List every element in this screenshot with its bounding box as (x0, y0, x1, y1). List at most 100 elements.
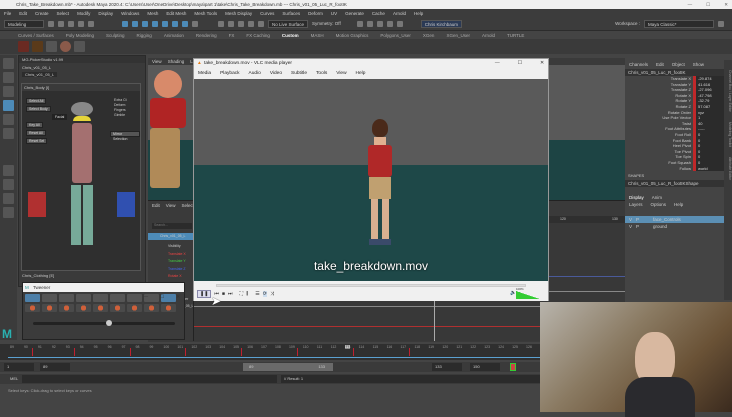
minimize-icon[interactable]: — (688, 0, 693, 9)
tween-slider-handle[interactable] (106, 320, 112, 326)
channel-menu-edit[interactable]: Edit (656, 62, 664, 67)
graph-edit-menu[interactable]: Edit (152, 203, 160, 208)
options-menu[interactable]: Options (651, 202, 667, 207)
pause-button[interactable]: ❚❚ (197, 290, 212, 298)
mel-label[interactable]: MEL (10, 376, 18, 381)
tween-preset-icon[interactable] (127, 304, 142, 312)
select-body-button[interactable]: Select Body (26, 106, 51, 112)
snap-view-icon[interactable] (248, 20, 254, 27)
namespace-tab[interactable]: Chris_v01_05_L (22, 72, 58, 77)
attribute-editor-tab[interactable]: Attribute Editor (728, 157, 732, 180)
select-tool-icon[interactable] (3, 58, 14, 69)
outliner-search[interactable]: Search... (152, 223, 192, 229)
select-hierarchy-icon[interactable] (122, 20, 128, 27)
arnold-icon[interactable] (396, 20, 403, 27)
mel-input[interactable] (22, 375, 277, 383)
menu-curves[interactable]: Curves (260, 11, 274, 16)
layers-menu[interactable]: Layers (629, 202, 643, 207)
shelf-tab-mash[interactable]: MASH (311, 33, 324, 38)
shelf-tab-arnold[interactable]: Arnold (482, 33, 495, 38)
tween-preset-icon[interactable] (59, 304, 74, 312)
video-area[interactable]: take_breakdown.mov (194, 79, 548, 281)
tween-preset-icon[interactable] (25, 304, 40, 312)
maximize-icon[interactable]: ☐ (518, 59, 522, 69)
vlc-menu-media[interactable]: Media (198, 71, 211, 76)
channel-menu-object[interactable]: Object (672, 62, 685, 67)
tween-mode-icon[interactable] (25, 294, 40, 302)
menu-cache[interactable]: Cache (372, 11, 385, 16)
tween-mode-icon[interactable] (93, 294, 108, 302)
render-icon[interactable] (366, 20, 373, 27)
playback-start-field[interactable]: 89 (40, 363, 70, 371)
tween-preset-icon[interactable] (93, 304, 108, 312)
menu-uv[interactable]: UV (331, 11, 337, 16)
render-icon[interactable] (356, 20, 363, 27)
script-icon[interactable] (74, 41, 85, 52)
key-all-button[interactable]: Key All (26, 122, 43, 128)
live-surface-field[interactable]: No Live Surface (268, 19, 309, 28)
shelf-tab-turtle[interactable]: TURTLE (507, 33, 524, 38)
save-icon[interactable] (68, 20, 74, 27)
tween-preset-icon[interactable] (144, 304, 159, 312)
tween-mode-icon[interactable] (127, 294, 142, 302)
menu-select[interactable]: Select (57, 11, 70, 16)
undo-icon[interactable] (78, 20, 84, 27)
vlc-menu-playback[interactable]: Playback (220, 71, 239, 76)
mask-icon[interactable] (182, 20, 188, 27)
seek-bar[interactable] (216, 284, 526, 287)
close-icon[interactable]: ✕ (540, 59, 544, 69)
symmetry-select[interactable]: Symmetry: Off (312, 21, 341, 26)
mirror-selection-button[interactable]: Mirror Selection (110, 131, 140, 141)
channel-menu-show[interactable]: Show (693, 62, 704, 67)
snap-curve-icon[interactable] (228, 20, 234, 27)
help-menu[interactable]: Help (674, 202, 683, 207)
channel-box-side-tab[interactable]: Channel Box / Layer Editor (728, 70, 732, 112)
mask-icon[interactable] (152, 20, 158, 27)
rotate-tool-icon[interactable] (3, 114, 14, 125)
shelf-tab-fx[interactable]: FX (229, 33, 235, 38)
outliner-node[interactable]: Chris_v01_05_L (148, 233, 193, 240)
mask-icon[interactable] (162, 20, 168, 27)
select-all-button[interactable]: Select All (26, 98, 47, 104)
layout-icon[interactable] (3, 193, 14, 204)
facial-button[interactable]: Facial (52, 114, 68, 120)
shelf-tab-fx-caching[interactable]: FX Caching (246, 33, 270, 38)
anim-tab[interactable]: Anim (652, 195, 662, 200)
tool-icon[interactable] (60, 41, 71, 52)
minimize-icon[interactable]: — (144, 292, 149, 301)
tween-mode-icon[interactable] (42, 294, 57, 302)
close-icon[interactable]: ✕ (176, 292, 180, 301)
snap-point-icon[interactable] (238, 20, 244, 27)
menu-edit[interactable]: Edit (19, 11, 27, 16)
picker-tab[interactable]: Chris_Body [I] (22, 84, 140, 91)
menu-edit-mesh[interactable]: Edit Mesh (166, 11, 186, 16)
vlc-menu-help[interactable]: Help (356, 71, 366, 76)
vlc-menu-view[interactable]: View (336, 71, 346, 76)
tween-preset-icon[interactable] (42, 304, 57, 312)
gimble-check[interactable]: Gimble (114, 113, 127, 118)
workspace-select[interactable]: Maya Classic* (644, 19, 714, 28)
user-account-button[interactable]: Chris Kirchbaum (420, 19, 462, 28)
redo-icon[interactable] (88, 20, 94, 27)
lasso-tool-icon[interactable] (3, 72, 14, 83)
shading-menu[interactable]: Shading (168, 59, 185, 64)
layout-icon[interactable] (3, 179, 14, 190)
tween-preset-icon[interactable] (76, 304, 91, 312)
fullscreen-button[interactable]: ⛶ (239, 291, 243, 297)
tween-mode-icon[interactable] (59, 294, 74, 302)
paint-tool-icon[interactable] (3, 86, 14, 97)
menu-windows[interactable]: Windows (121, 11, 139, 16)
end-time-field[interactable]: 150 (470, 363, 500, 371)
maximize-icon[interactable]: ☐ (706, 0, 710, 9)
menu-modify[interactable]: Modify (77, 11, 90, 16)
channel-value[interactable]: world (696, 165, 724, 172)
script-icon[interactable] (46, 41, 57, 52)
shelf-tab-xgen[interactable]: XGen (423, 33, 435, 38)
menu-generate[interactable]: Generate (345, 11, 364, 16)
mode-select[interactable]: Modeling (4, 19, 44, 28)
open-icon[interactable] (58, 20, 64, 27)
select-component-icon[interactable] (142, 20, 148, 27)
time-slider[interactable]: 89 90 91 92 93 94 95 96 97 98 99 100 101 102 103 104 105… (0, 344, 546, 360)
shelf-tab-custom[interactable]: Custom (282, 33, 299, 38)
shelf-tab-poly-modeling[interactable]: Poly Modeling (66, 33, 94, 38)
